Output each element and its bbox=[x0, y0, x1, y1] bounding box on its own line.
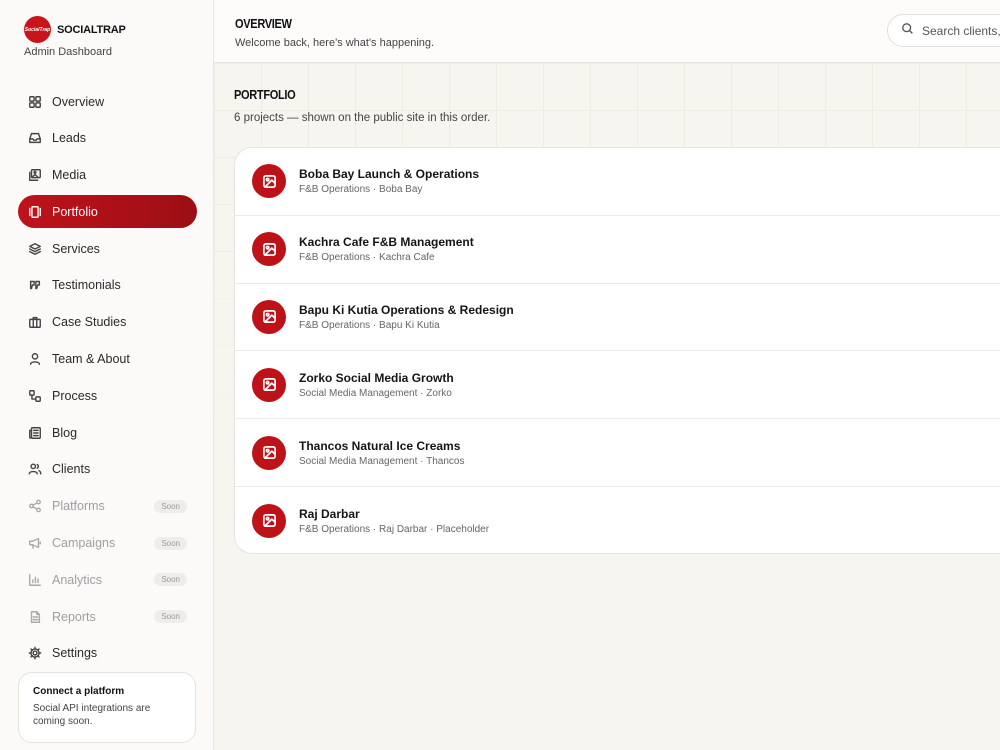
sidebar-item-label: Blog bbox=[52, 425, 78, 440]
sidebar-item-campaigns[interactable]: Campaigns Soon bbox=[18, 527, 197, 560]
brand-name: SOCIALTRAP bbox=[57, 23, 126, 36]
project-title: Raj Darbar bbox=[299, 506, 360, 521]
project-title: Kachra Cafe F&B Management bbox=[299, 235, 474, 250]
sidebar-item-label: Case Studies bbox=[52, 315, 127, 330]
image-placeholder-icon bbox=[252, 232, 286, 267]
sidebar-item-label: Process bbox=[52, 388, 98, 403]
soon-badge: Soon bbox=[154, 499, 187, 513]
sidebar-item-reports[interactable]: Reports Soon bbox=[18, 600, 197, 633]
sidebar-item-label: Clients bbox=[52, 462, 91, 477]
share-icon bbox=[27, 498, 43, 514]
gallery-icon bbox=[27, 204, 43, 220]
sidebar-item-label: Portfolio bbox=[52, 204, 98, 219]
image-placeholder-icon bbox=[252, 503, 286, 538]
sidebar: SocialTrap SOCIALTRAP Admin Dashboard Ov… bbox=[0, 0, 214, 750]
sidebar-nav: Overview Leads Media Portfolio Services … bbox=[18, 85, 197, 674]
sidebar-item-label: Overview bbox=[52, 94, 105, 109]
brand-logo: SocialTrap bbox=[24, 16, 51, 43]
section-title: PORTFOLIO bbox=[234, 87, 296, 102]
project-title: Thancos Natural Ice Creams bbox=[299, 438, 461, 453]
brand-subtitle: Admin Dashboard bbox=[24, 46, 113, 58]
project-meta: F&B Operations · Boba Bay bbox=[299, 184, 423, 196]
gear-icon bbox=[27, 645, 43, 661]
layers-icon bbox=[27, 241, 43, 257]
soon-badge: Soon bbox=[154, 573, 187, 587]
project-title: Boba Bay Launch & Operations bbox=[299, 167, 480, 182]
bar-chart-icon bbox=[27, 572, 43, 588]
sidebar-item-label: Analytics bbox=[52, 572, 103, 587]
newspaper-icon bbox=[27, 425, 43, 441]
project-meta: Social Media Management · Thancos bbox=[299, 455, 465, 467]
page-subtitle: Welcome back, here's what's happening. bbox=[235, 37, 435, 49]
list-item[interactable]: Raj Darbar F&B Operations · Raj Darbar ·… bbox=[235, 487, 1000, 553]
image-placeholder-icon bbox=[252, 367, 286, 402]
list-item[interactable]: Zorko Social Media Growth Social Media M… bbox=[235, 351, 1000, 420]
brand[interactable]: SocialTrap SOCIALTRAP bbox=[24, 16, 126, 43]
sidebar-item-testimonials[interactable]: Testimonials bbox=[18, 269, 197, 302]
sidebar-item-team-about[interactable]: Team & About bbox=[18, 343, 197, 376]
sidebar-item-label: Settings bbox=[52, 646, 98, 661]
images-icon bbox=[27, 167, 43, 183]
soon-badge: Soon bbox=[154, 610, 187, 624]
sidebar-item-label: Leads bbox=[52, 131, 87, 146]
user-icon bbox=[27, 351, 43, 367]
sidebar-item-label: Team & About bbox=[52, 352, 130, 367]
project-meta: Social Media Management · Zorko bbox=[299, 387, 452, 399]
list-item[interactable]: Kachra Cafe F&B Management F&B Operation… bbox=[235, 216, 1000, 284]
search-icon bbox=[901, 22, 914, 40]
sidebar-item-label: Platforms bbox=[52, 499, 105, 514]
sidebar-item-label: Reports bbox=[52, 609, 96, 624]
sidebar-item-case-studies[interactable]: Case Studies bbox=[18, 306, 197, 339]
search-input[interactable] bbox=[922, 23, 1000, 38]
briefcase-icon bbox=[27, 314, 43, 330]
project-meta: F&B Operations · Kachra Cafe bbox=[299, 252, 435, 264]
sidebar-item-platforms[interactable]: Platforms Soon bbox=[18, 490, 197, 523]
soon-badge: Soon bbox=[154, 536, 187, 550]
sidebar-item-process[interactable]: Process bbox=[18, 379, 197, 412]
users-icon bbox=[27, 461, 43, 477]
inbox-icon bbox=[27, 130, 43, 146]
sidebar-item-label: Testimonials bbox=[52, 278, 121, 293]
connect-card-text: Social API integrations are coming soon. bbox=[33, 703, 151, 727]
project-meta: F&B Operations · Raj Darbar · Placeholde… bbox=[299, 523, 490, 535]
sidebar-item-analytics[interactable]: Analytics Soon bbox=[18, 563, 197, 596]
project-title: Bapu Ki Kutia Operations & Redesign bbox=[299, 302, 514, 317]
sidebar-item-portfolio[interactable]: Portfolio bbox=[18, 195, 197, 229]
top-header: OVERVIEW Welcome back, here's what's hap… bbox=[214, 0, 1000, 63]
sidebar-item-label: Media bbox=[52, 168, 87, 183]
megaphone-icon bbox=[27, 535, 43, 551]
connect-platform-card: Connect a platform Social API integratio… bbox=[18, 672, 196, 743]
list-item[interactable]: Boba Bay Launch & Operations F&B Operati… bbox=[235, 148, 1000, 216]
image-placeholder-icon bbox=[252, 435, 286, 470]
sidebar-item-blog[interactable]: Blog bbox=[18, 416, 197, 449]
sidebar-item-label: Campaigns bbox=[52, 536, 116, 551]
search-box[interactable] bbox=[887, 14, 1000, 47]
list-item[interactable]: Bapu Ki Kutia Operations & Redesign F&B … bbox=[235, 284, 1000, 352]
sidebar-item-overview[interactable]: Overview bbox=[18, 85, 197, 118]
sidebar-item-media[interactable]: Media bbox=[18, 159, 197, 192]
grid-icon bbox=[27, 94, 43, 110]
workflow-icon bbox=[27, 388, 43, 404]
connect-card-title: Connect a platform bbox=[33, 686, 125, 697]
project-meta: F&B Operations · Bapu Ki Kutia bbox=[299, 319, 440, 331]
page-title: OVERVIEW bbox=[235, 16, 292, 31]
image-placeholder-icon bbox=[252, 299, 286, 334]
sidebar-item-label: Services bbox=[52, 241, 100, 256]
section-subtitle: 6 projects — shown on the public site in… bbox=[234, 112, 491, 124]
image-placeholder-icon bbox=[252, 164, 286, 199]
quote-icon bbox=[27, 277, 43, 293]
sidebar-item-clients[interactable]: Clients bbox=[18, 453, 197, 486]
file-icon bbox=[27, 609, 43, 625]
list-item[interactable]: Thancos Natural Ice Creams Social Media … bbox=[235, 419, 1000, 487]
sidebar-item-services[interactable]: Services bbox=[18, 232, 197, 265]
sidebar-item-leads[interactable]: Leads bbox=[18, 122, 197, 155]
portfolio-list: Boba Bay Launch & Operations F&B Operati… bbox=[234, 147, 1000, 554]
project-title: Zorko Social Media Growth bbox=[299, 370, 454, 385]
sidebar-item-settings[interactable]: Settings bbox=[18, 637, 197, 670]
